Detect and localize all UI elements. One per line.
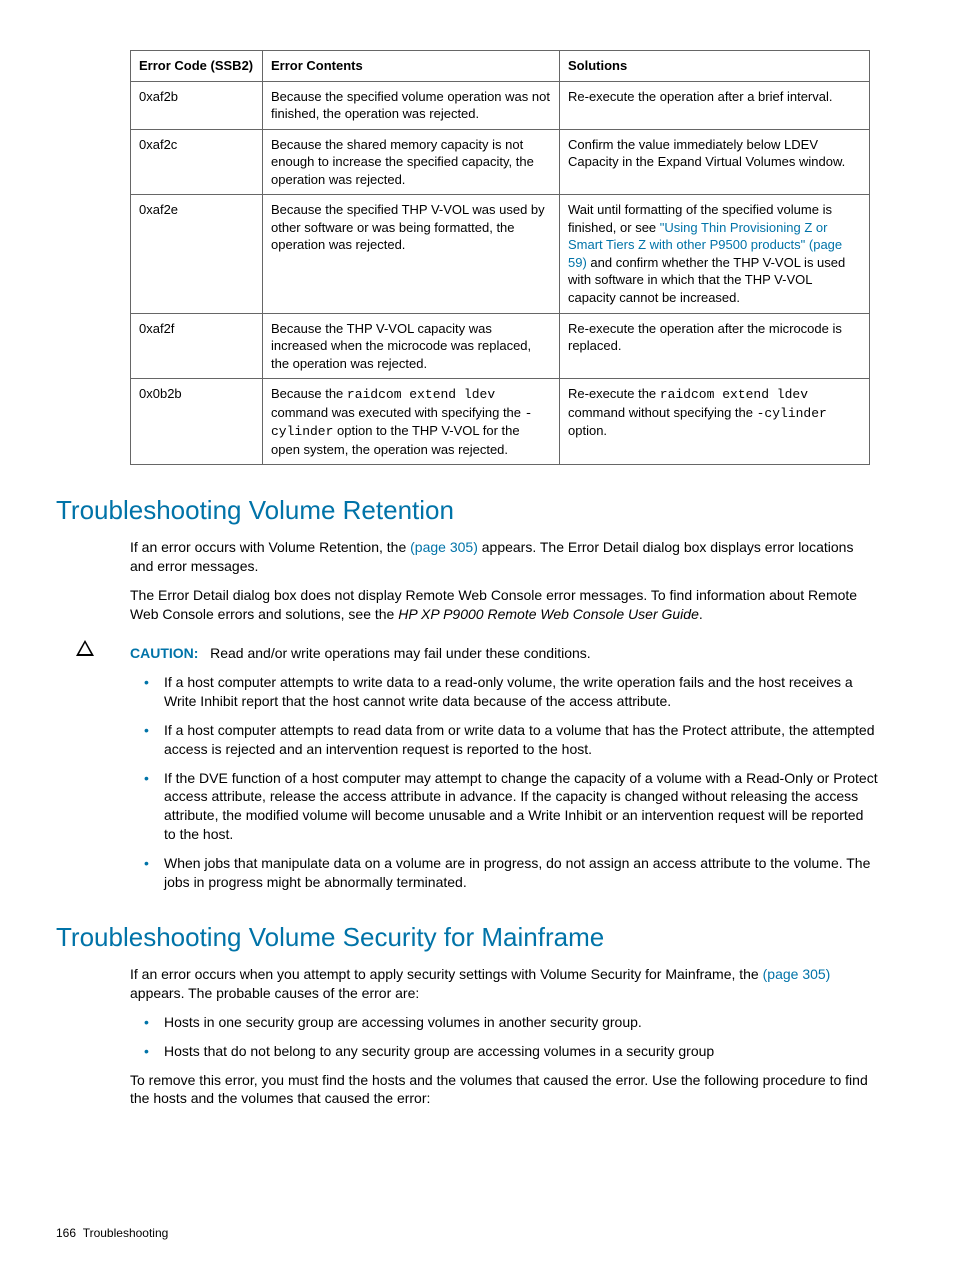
link-page-305[interactable]: (page 305) xyxy=(410,539,478,555)
caution-line: CAUTION: Read and/or write operations ma… xyxy=(130,644,878,663)
code-text: raidcom extend ldev xyxy=(347,387,495,402)
cell-contents: Because the raidcom extend ldev command … xyxy=(263,379,560,465)
table-row: 0x0b2b Because the raidcom extend ldev c… xyxy=(131,379,870,465)
table-row: 0xaf2c Because the shared memory capacit… xyxy=(131,129,870,195)
caution-list: If a host computer attempts to write dat… xyxy=(130,673,878,892)
cell-solution: Confirm the value immediately below LDEV… xyxy=(560,129,870,195)
cell-solution: Wait until formatting of the specified v… xyxy=(560,195,870,313)
cell-solution: Re-execute the operation after the micro… xyxy=(560,313,870,379)
doc-title: HP XP P9000 Remote Web Console User Guid… xyxy=(398,606,699,622)
heading-volume-retention: Troubleshooting Volume Retention xyxy=(56,493,898,528)
link-page-305[interactable]: (page 305) xyxy=(763,966,831,982)
paragraph: The Error Detail dialog box does not dis… xyxy=(130,586,878,624)
error-code-table: Error Code (SSB2) Error Contents Solutio… xyxy=(130,50,870,465)
cell-code: 0xaf2b xyxy=(131,81,263,129)
th-solutions: Solutions xyxy=(560,51,870,82)
table-row: 0xaf2f Because the THP V-VOL capacity wa… xyxy=(131,313,870,379)
cell-code: 0x0b2b xyxy=(131,379,263,465)
cell-solution: Re-execute the operation after a brief i… xyxy=(560,81,870,129)
page-footer: 166 Troubleshooting xyxy=(56,1225,168,1241)
caution-icon xyxy=(76,640,94,656)
th-error-code: Error Code (SSB2) xyxy=(131,51,263,82)
code-text: raidcom extend ldev xyxy=(660,387,808,402)
cell-contents: Because the specified THP V-VOL was used… xyxy=(263,195,560,313)
code-text: -cylinder xyxy=(757,406,827,421)
list-item: If a host computer attempts to write dat… xyxy=(130,673,878,711)
cell-contents: Because the THP V-VOL capacity was incre… xyxy=(263,313,560,379)
cell-code: 0xaf2c xyxy=(131,129,263,195)
list-item: If the DVE function of a host computer m… xyxy=(130,769,878,845)
cell-code: 0xaf2f xyxy=(131,313,263,379)
page-number: 166 xyxy=(56,1226,76,1240)
list-item: Hosts in one security group are accessin… xyxy=(130,1013,878,1032)
caution-block: CAUTION: Read and/or write operations ma… xyxy=(76,638,898,902)
caution-label: CAUTION: xyxy=(130,645,198,661)
cell-solution: Re-execute the raidcom extend ldev comma… xyxy=(560,379,870,465)
paragraph: If an error occurs when you attempt to a… xyxy=(130,965,878,1003)
section-body: If an error occurs when you attempt to a… xyxy=(130,965,878,1108)
th-error-contents: Error Contents xyxy=(263,51,560,82)
table-row: 0xaf2e Because the specified THP V-VOL w… xyxy=(131,195,870,313)
paragraph: To remove this error, you must find the … xyxy=(130,1071,878,1109)
cell-contents: Because the specified volume operation w… xyxy=(263,81,560,129)
heading-volume-security: Troubleshooting Volume Security for Main… xyxy=(56,920,898,955)
cell-code: 0xaf2e xyxy=(131,195,263,313)
list-item: Hosts that do not belong to any security… xyxy=(130,1042,878,1061)
cause-list: Hosts in one security group are accessin… xyxy=(130,1013,878,1061)
footer-label: Troubleshooting xyxy=(83,1226,169,1240)
paragraph: If an error occurs with Volume Retention… xyxy=(130,538,878,576)
section-body: If an error occurs with Volume Retention… xyxy=(130,538,878,624)
list-item: When jobs that manipulate data on a volu… xyxy=(130,854,878,892)
cell-contents: Because the shared memory capacity is no… xyxy=(263,129,560,195)
table-row: 0xaf2b Because the specified volume oper… xyxy=(131,81,870,129)
list-item: If a host computer attempts to read data… xyxy=(130,721,878,759)
